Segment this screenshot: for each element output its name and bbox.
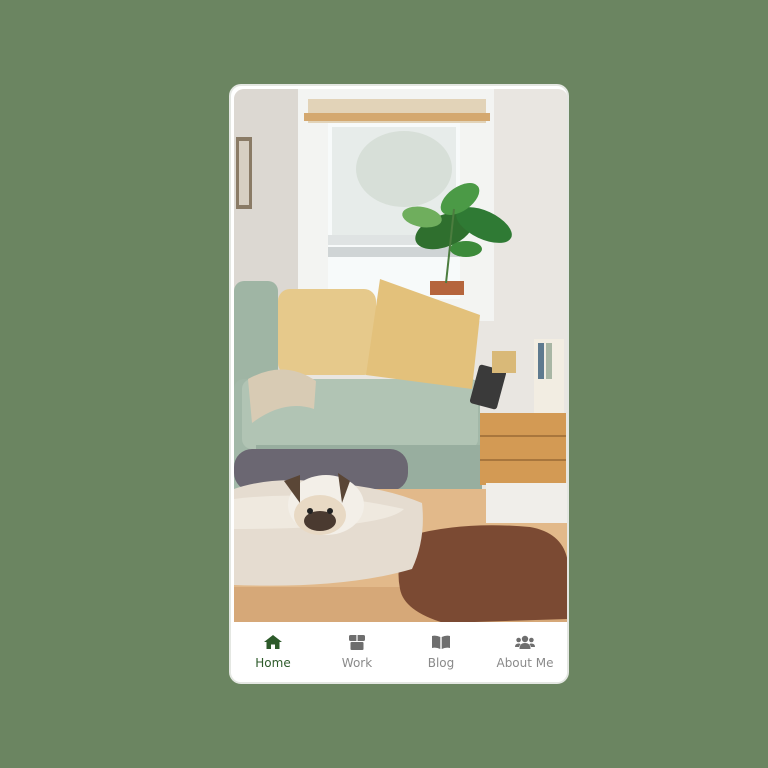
tab-label-work: Work <box>341 656 373 670</box>
bottom-tab-bar: Home Work Blog About Me <box>231 622 567 682</box>
tab-label-home: Home <box>255 656 291 670</box>
tab-about-me[interactable]: About Me <box>483 634 567 670</box>
tab-label-blog: Blog <box>427 656 455 670</box>
box-icon <box>349 634 365 650</box>
tab-blog[interactable]: Blog <box>399 634 483 670</box>
tab-home[interactable]: Home <box>231 634 315 670</box>
book-icon <box>432 634 450 650</box>
hero-image <box>234 89 567 623</box>
home-icon <box>264 634 282 650</box>
tab-label-about-me: About Me <box>496 656 554 670</box>
users-icon <box>515 634 535 650</box>
tab-work[interactable]: Work <box>315 634 399 670</box>
living-room-illustration <box>234 89 567 623</box>
phone-frame: Home Work Blog About Me <box>229 84 569 684</box>
